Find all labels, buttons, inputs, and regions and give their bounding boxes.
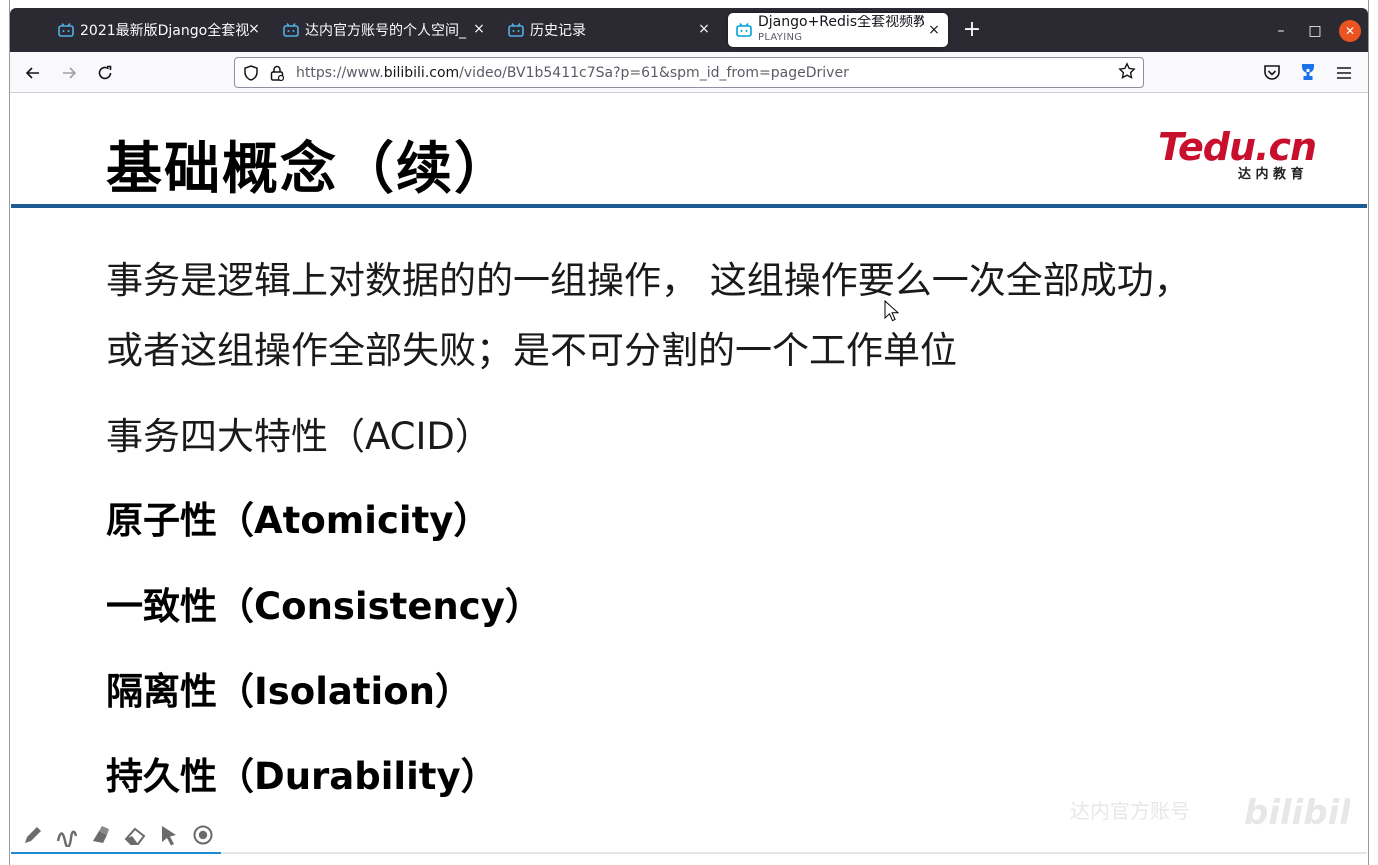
window-frame-left: [0, 0, 10, 865]
acid-isolation: 隔离性（Isolation）: [106, 670, 472, 713]
pocket-icon[interactable]: [1260, 61, 1284, 85]
address-bar[interactable]: https://www.bilibili.com/video/BV1b5411c…: [234, 57, 1144, 88]
logo-text: Tedu.cn: [1158, 125, 1316, 169]
tab-history[interactable]: 历史记录 ×: [508, 8, 718, 52]
bookmark-star-icon[interactable]: [1117, 62, 1137, 82]
star-icon: [1118, 62, 1136, 79]
watermark-account-text: 达内官方账号: [1070, 799, 1190, 823]
tab-title: 达内官方账号的个人空间_: [305, 23, 466, 39]
tedu-logo: Tedu.cn 达 内 教 育: [1158, 125, 1317, 182]
browser-window: 2021最新版Django全套视 × 达内官方账号的个人空间_ × 历史记录 ×…: [0, 0, 1378, 865]
tab-title: 历史记录: [530, 23, 586, 39]
video-slide[interactable]: 基础概念（续） Tedu.cn 达 内 教 育 事务是逻辑上对数据的的一组操作，…: [11, 94, 1367, 854]
video-progress-fill: [11, 852, 222, 854]
url-path: /video/BV1b5411c7Sa?p=61&spm_id_from=pag…: [459, 65, 849, 81]
minimize-button[interactable]: –: [1270, 20, 1292, 42]
maximize-button[interactable]: □: [1304, 20, 1326, 42]
extension-trophy-icon[interactable]: [1296, 61, 1320, 85]
close-window-button[interactable]: ✕: [1339, 20, 1361, 42]
bilibili-tv-icon: [736, 23, 752, 37]
bilibili-tv-icon: [508, 23, 524, 37]
lock-icon[interactable]: [268, 64, 286, 82]
slide-paragraph-1: 事务是逻辑上对数据的的一组操作， 这组操作要么一次全部成功，: [106, 259, 1191, 302]
pencil-icon[interactable]: [21, 823, 45, 847]
shield-icon[interactable]: [242, 64, 260, 82]
bilibili-tv-icon: [58, 23, 74, 37]
video-progress-bar[interactable]: [11, 852, 1367, 854]
acid-consistency: 一致性（Consistency）: [106, 585, 542, 628]
url-host: bilibili.com: [383, 65, 460, 81]
annotation-toolbar: [11, 818, 215, 852]
tab-title-group: Django+Redis全套视频教 PLAYING: [758, 15, 924, 45]
tab-tedu-space[interactable]: 达内官方账号的个人空间_ ×: [283, 8, 493, 52]
tab-django-course[interactable]: 2021最新版Django全套视 ×: [58, 8, 268, 52]
record-icon[interactable]: [191, 823, 215, 847]
watermark-brand-text: bilibili: [1244, 793, 1350, 832]
tab-strip: 2021最新版Django全套视 × 达内官方账号的个人空间_ × 历史记录 ×…: [10, 8, 1368, 52]
tab-close-button[interactable]: ×: [246, 21, 262, 37]
title-divider: [11, 204, 1367, 208]
arrow-left-icon: [25, 67, 39, 79]
url-text[interactable]: https://www.bilibili.com/video/BV1b5411c…: [296, 65, 849, 81]
url-scheme: https://www.: [296, 65, 384, 81]
hamburger-menu-icon[interactable]: [1332, 61, 1356, 85]
freehand-curve-icon[interactable]: [55, 823, 79, 847]
slide-paragraph-2: 或者这组操作全部失败；是不可分割的一个工作单位: [106, 329, 957, 372]
acid-durability: 持久性（Durability）: [106, 755, 498, 798]
pointer-icon[interactable]: [157, 823, 181, 847]
eraser-icon[interactable]: [123, 823, 147, 847]
back-button[interactable]: [20, 60, 46, 86]
tab-close-button[interactable]: ×: [696, 21, 712, 37]
tab-title: Django+Redis全套视频教: [758, 15, 924, 30]
window-frame-right: [1368, 0, 1378, 865]
mouse-cursor-icon: [884, 300, 900, 322]
slide-acid-heading: 事务四大特性（ACID）: [106, 415, 492, 458]
arrow-right-icon: [63, 67, 77, 79]
reload-button[interactable]: [92, 60, 118, 86]
logo-subtext: 达 内 教 育: [1238, 166, 1304, 182]
new-tab-button[interactable]: +: [958, 16, 986, 44]
acid-atomicity: 原子性（Atomicity）: [106, 499, 491, 542]
bilibili-tv-icon: [283, 23, 299, 37]
navigation-toolbar: https://www.bilibili.com/video/BV1b5411c…: [10, 52, 1368, 93]
bilibili-watermark: 达内官方账号 bilibili: [1070, 793, 1350, 832]
tab-title: 2021最新版Django全套视: [80, 23, 250, 39]
tab-close-button[interactable]: ×: [926, 22, 942, 38]
highlighter-icon[interactable]: [89, 823, 113, 847]
tab-playing-label: PLAYING: [758, 32, 803, 43]
tab-django-redis-playing[interactable]: Django+Redis全套视频教 PLAYING ×: [728, 13, 948, 47]
reload-icon: [98, 65, 112, 80]
slide-title: 基础概念（续）: [106, 137, 512, 202]
forward-button[interactable]: [56, 60, 82, 86]
tab-close-button[interactable]: ×: [471, 21, 487, 37]
